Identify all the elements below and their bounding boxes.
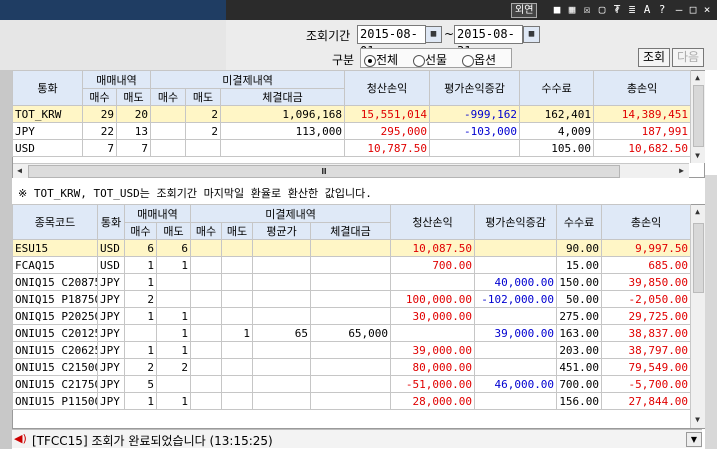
summary-hscroll[interactable]: ◀ Ⅲ ▶ [13, 163, 689, 178]
date-to-input[interactable]: 2015-08-31 [454, 25, 523, 58]
col-buy[interactable]: 매수 [124, 222, 157, 240]
type-label: 구분 [332, 53, 355, 67]
scroll-up-icon[interactable]: ▲ [691, 71, 704, 84]
col-unsettled: 미결제내역 [150, 70, 346, 89]
scroll-down-icon[interactable]: ▼ [691, 149, 704, 162]
col-buy[interactable]: 매수 [82, 88, 117, 106]
table-row[interactable]: ONIU15 C21750 JPY 5 -51,000.00 46,000.00 700.… [12, 375, 692, 393]
grid-icon[interactable]: ▦ [566, 3, 578, 16]
scroll-up-icon[interactable]: ▲ [691, 205, 704, 218]
table-row[interactable]: ONIU15 C20125 JPY 1 1 65 65,000 39,000.00 163.0… [12, 324, 692, 342]
col-code[interactable]: 종목코드 [12, 204, 98, 240]
col-u-buy[interactable]: 매수 [190, 222, 223, 240]
col-sell[interactable]: 매도 [115, 88, 152, 106]
query-panel: 조회기간 2015-08-01 ▦ ~ 2015-08-31 ▦ 구분 전체 선… [226, 20, 717, 70]
col-realized[interactable]: 청산손익 [390, 204, 476, 240]
tb-link-button[interactable]: 외연 [511, 3, 538, 18]
col-u-amount[interactable]: 체결대금 [220, 88, 346, 106]
radio-all[interactable]: 전체 [364, 51, 398, 68]
table-row[interactable]: ONIU15 C21500 JPY 2 2 80,000.00 451.00 79,549.… [12, 358, 692, 376]
table-row[interactable]: ONIQ15 C20875 JPY 1 40,000.00 150.00 39,850.0… [12, 273, 692, 291]
table-row[interactable]: ONIU15 C20625 JPY 1 1 39,000.00 203.00 38,797.… [12, 341, 692, 359]
exchange-note: ※ TOT_KRW, TOT_USD는 조회기간 마지막일 환율로 환산한 값입… [18, 187, 372, 200]
tilde-label: ~ [444, 27, 455, 41]
table-row[interactable]: ONIU15 P11500 JPY 1 1 28,000.00 156.00 27,844.… [12, 392, 692, 410]
table-row[interactable]: TOT_KRW 29 20 2 1,096,168 15,551,014 -99… [12, 105, 692, 123]
minimize-icon[interactable]: – [673, 3, 685, 16]
col-trade: 매매내역 [123, 204, 192, 223]
col-unsettled: 미결제내역 [190, 204, 392, 223]
col-total[interactable]: 총손익 [601, 204, 692, 240]
scroll-thumb[interactable] [693, 85, 704, 147]
pin-icon[interactable]: ■ [551, 3, 563, 16]
detail-vscroll[interactable]: ▲ ▼ [690, 205, 705, 428]
background-window-area [0, 20, 226, 70]
col-u-sell[interactable]: 매도 [185, 88, 222, 106]
background-right-strip [705, 175, 717, 449]
table-row[interactable]: ESU15 USD 6 6 10,087.50 90.00 9,997.50 [12, 239, 692, 257]
period-label: 조회기간 [306, 29, 351, 43]
col-eval[interactable]: 평가손익증감 [474, 204, 558, 240]
font-icon[interactable]: A [641, 3, 653, 16]
chevron-down-icon[interactable]: ▼ [686, 432, 702, 447]
help-icon[interactable]: ? [656, 3, 668, 16]
detail-body: ESU15 USD 6 6 10,087.50 90.00 9,997.50 FCAQ15 US… [12, 239, 692, 410]
summary-grid: 통화 매매내역 미결제내역 청산손익 평가손익증감 수수료 총손익 매수 매도 … [12, 70, 692, 157]
close-box-icon[interactable]: ☒ [581, 3, 593, 16]
col-sell[interactable]: 매도 [155, 222, 192, 240]
scroll-right-icon[interactable]: ▶ [675, 164, 688, 177]
table-row[interactable]: USD 7 7 10,787.50 105.00 10,682.50 [12, 139, 692, 157]
scroll-left-icon[interactable]: ◀ [13, 164, 26, 177]
table-row[interactable]: ONIQ15 P18750 JPY 2 100,000.00 -102,000.00 50… [12, 290, 692, 308]
col-fee[interactable]: 수수료 [519, 70, 595, 106]
col-total[interactable]: 총손익 [593, 70, 692, 106]
calendar-icon[interactable]: ▦ [425, 26, 442, 43]
radio-icon [413, 55, 425, 67]
detail-grid: 종목코드 통화 매매내역 미결제내역 청산손익 평가손익증감 수수료 총손익 매… [12, 204, 692, 410]
scroll-thumb[interactable] [693, 223, 704, 293]
calendar-icon[interactable]: ▦ [523, 26, 540, 43]
next-button[interactable]: 다음 [672, 48, 704, 67]
radio-futures[interactable]: 선물 [413, 51, 447, 68]
background-window-bar [0, 0, 226, 20]
close-icon[interactable]: × [701, 3, 713, 16]
col-trade: 매매내역 [81, 70, 152, 89]
background-left-strip [0, 70, 12, 449]
col-u-buy[interactable]: 매수 [150, 88, 187, 106]
table-row[interactable]: ONIQ15 P20250 JPY 1 1 30,000.00 275.00 29,725.… [12, 307, 692, 325]
col-eval[interactable]: 평가손익증감 [429, 70, 521, 106]
query-button[interactable]: 조회 [638, 48, 670, 67]
col-currency[interactable]: 통화 [97, 204, 125, 240]
radio-icon [462, 55, 474, 67]
speaker-icon: ◀) [14, 432, 27, 445]
date-from-input[interactable]: 2015-08-01 [357, 25, 426, 58]
type-radio-group: 전체 선물 옵션 [360, 48, 512, 68]
scroll-down-icon[interactable]: ▼ [691, 413, 704, 426]
table-row[interactable]: FCAQ15 USD 1 1 700.00 15.00 685.00 [12, 256, 692, 274]
window-titlebar: 외연 ■ ▦ ☒ ▢ ₮ ≣ A ? – □ × [226, 0, 717, 20]
col-u-sell[interactable]: 매도 [221, 222, 254, 240]
stack-icon[interactable]: ≣ [626, 3, 638, 16]
status-bar: ◀) [TFCC15] 조회가 완료되었습니다 (13:15:25) ▼ [12, 429, 702, 448]
hscroll-thumb[interactable]: Ⅲ [28, 165, 620, 178]
col-currency[interactable]: 통화 [12, 70, 83, 106]
col-u-amount[interactable]: 체결대금 [310, 222, 392, 240]
status-message: [TFCC15] 조회가 완료되었습니다 (13:15:25) [32, 434, 273, 448]
pushpin-icon[interactable]: ₮ [611, 3, 623, 16]
col-realized[interactable]: 청산손익 [344, 70, 431, 106]
radio-selected-icon [364, 55, 376, 67]
col-fee[interactable]: 수수료 [556, 204, 603, 240]
summary-vscroll[interactable]: ▲ ▼ [690, 71, 705, 163]
maximize-icon[interactable]: □ [687, 3, 699, 16]
table-row[interactable]: JPY 22 13 2 113,000 295,000 -103,000 4,0… [12, 122, 692, 140]
col-avg[interactable]: 평균가 [252, 222, 312, 240]
copy-icon[interactable]: ▢ [596, 3, 608, 16]
radio-options[interactable]: 옵션 [462, 51, 496, 68]
